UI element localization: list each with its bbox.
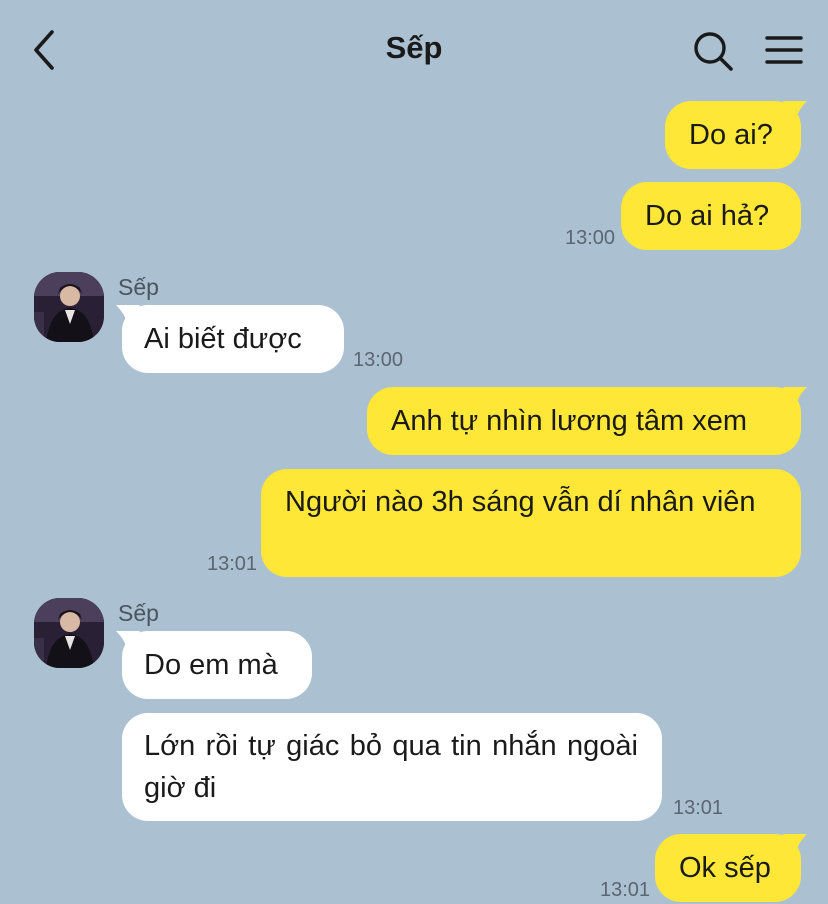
bubble-tail <box>783 834 807 856</box>
message-timestamp: 13:01 <box>673 797 724 819</box>
outgoing-message[interactable]: Anh tự nhìn lương tâm xem <box>367 387 807 455</box>
sender-name: Sếp <box>118 274 159 300</box>
message-text: Ai biết được <box>144 323 302 355</box>
message-text: Do ai hả? <box>645 200 770 232</box>
bubble-tail <box>783 387 807 409</box>
chevron-left-icon <box>34 30 54 70</box>
bubble-tail <box>116 631 140 653</box>
avatar[interactable] <box>34 272 104 342</box>
contact-photo <box>34 598 104 668</box>
message-text: Anh tự nhìn lương tâm xem <box>391 405 748 437</box>
message-timestamp: 13:01 <box>600 879 651 901</box>
message-text: Lớn rồi tự giác bỏ qua tin nhắn ngoài gi… <box>144 730 638 804</box>
message-timestamp: 13:01 <box>207 553 258 575</box>
menu-button[interactable] <box>762 30 806 70</box>
search-button[interactable] <box>690 28 736 74</box>
outgoing-message[interactable]: Do ai? <box>665 101 807 169</box>
bubble-tail <box>783 101 807 123</box>
incoming-message[interactable]: Ai biết được <box>116 305 344 373</box>
sender-name: Sếp <box>118 600 159 626</box>
outgoing-message[interactable]: Người nào 3h sáng vẫn dí nhân viên <box>261 469 801 577</box>
avatar[interactable] <box>34 598 104 668</box>
back-button[interactable] <box>26 26 66 74</box>
message-text: Ok sếp <box>679 852 771 884</box>
message-timestamp: 13:00 <box>565 227 616 249</box>
message-text: Do em mà <box>144 649 278 681</box>
outgoing-message[interactable]: Do ai hả? <box>621 182 801 250</box>
hamburger-menu-icon <box>765 36 803 64</box>
search-icon <box>694 32 733 71</box>
incoming-message[interactable]: Lớn rồi tự giác bỏ qua tin nhắn ngoài gi… <box>122 713 662 821</box>
message-timestamp: 13:00 <box>353 349 404 371</box>
outgoing-message[interactable]: Ok sếp <box>655 834 807 902</box>
incoming-message[interactable]: Do em mà <box>116 631 312 699</box>
message-text: Do ai? <box>689 119 773 151</box>
message-text: Người nào 3h sáng vẫn dí nhân viên <box>285 486 756 518</box>
contact-photo <box>34 272 104 342</box>
chat-header: Sếp <box>0 0 828 100</box>
bubble-tail <box>116 305 140 327</box>
